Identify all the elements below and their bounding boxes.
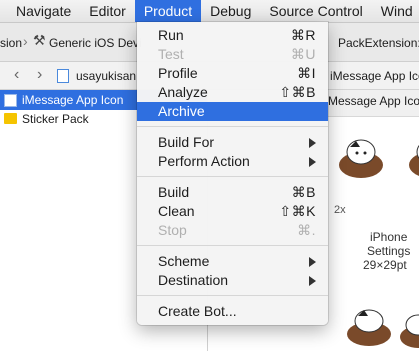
sticker-image[interactable] xyxy=(336,135,386,179)
menu-debug[interactable]: Debug xyxy=(201,0,260,22)
menu-item-label: Build For xyxy=(158,134,215,150)
menu-item-clean[interactable]: Clean ⇧⌘K xyxy=(137,202,328,221)
breadcrumb-project[interactable]: usayukisan xyxy=(76,69,136,83)
shortcut-label: ⌘. xyxy=(297,222,316,238)
submenu-arrow-icon xyxy=(309,276,316,286)
list-item-label: iMessage App Icon xyxy=(22,93,124,107)
shortcut-label: ⌘R xyxy=(290,27,316,43)
menu-separator xyxy=(137,176,328,177)
menu-item-label: Destination xyxy=(158,272,229,288)
menu-item-label: Clean xyxy=(158,203,195,219)
slot-label-line3: 29×29pt xyxy=(363,258,407,272)
menu-product[interactable]: Product xyxy=(134,0,202,22)
hammer-icon: ⚒ xyxy=(33,32,46,48)
menu-editor[interactable]: Editor xyxy=(80,0,135,22)
slot-label-line2: Settings xyxy=(367,244,411,258)
submenu-arrow-icon xyxy=(309,138,316,148)
project-file-icon xyxy=(57,69,69,83)
menu-item-label: Create Bot... xyxy=(158,303,237,319)
slot-label-line1: iPhone xyxy=(370,230,408,244)
menu-item-profile[interactable]: Profile ⌘I xyxy=(137,64,328,83)
menu-item-label: Analyze xyxy=(158,84,208,100)
back-arrow-icon[interactable]: ‹ xyxy=(14,66,19,84)
menu-separator xyxy=(137,245,328,246)
forward-arrow-icon[interactable]: › xyxy=(37,66,42,84)
menu-item-label: Test xyxy=(158,46,184,62)
menu-separator xyxy=(137,295,328,296)
menu-item-stop[interactable]: Stop ⌘. xyxy=(137,221,328,240)
menu-separator xyxy=(137,126,328,127)
menu-source-control[interactable]: Source Control xyxy=(260,0,371,22)
shortcut-label: ⇧⌘K xyxy=(279,203,316,219)
chevron-right-icon: › xyxy=(23,33,28,49)
sticker-image[interactable] xyxy=(344,302,394,346)
editor-title: Message App Icon xyxy=(328,94,419,108)
menu-item-label: Run xyxy=(158,27,184,43)
menu-item-archive[interactable]: Archive xyxy=(137,102,328,121)
menu-window[interactable]: Wind xyxy=(372,0,419,22)
menu-navigate[interactable]: Navigate xyxy=(0,0,80,22)
shortcut-label: ⌘U xyxy=(290,46,316,62)
menu-item-label: Stop xyxy=(158,222,187,238)
status-fragment: PackExtension: Si xyxy=(338,36,419,50)
menu-item-create-bot[interactable]: Create Bot... xyxy=(137,302,328,321)
destination-selector[interactable]: Generic iOS Devi xyxy=(49,36,142,50)
shortcut-label: ⇧⌘B xyxy=(279,84,316,100)
folder-icon xyxy=(4,113,17,124)
menu-item-label: Build xyxy=(158,184,190,200)
product-menu: Run ⌘R Test ⌘U Profile ⌘I Analyze ⇧⌘B Ar… xyxy=(137,22,328,325)
scale-label: 2x xyxy=(334,204,346,216)
menu-item-scheme[interactable]: Scheme xyxy=(137,252,328,271)
shortcut-label: ⌘B xyxy=(291,184,316,200)
sticker-image[interactable] xyxy=(398,307,419,351)
list-item-label: Sticker Pack xyxy=(22,112,89,126)
menu-item-run[interactable]: Run ⌘R xyxy=(137,26,328,45)
menu-item-build-for[interactable]: Build For xyxy=(137,133,328,152)
menu-item-label: Perform Action xyxy=(158,153,250,169)
shortcut-label: ⌘I xyxy=(297,65,316,81)
menu-item-destination[interactable]: Destination xyxy=(137,271,328,290)
breadcrumb-asset[interactable]: iMessage App Icon xyxy=(330,69,419,83)
menu-item-label: Profile xyxy=(158,65,198,81)
menu-bar: Navigate Editor Product Debug Source Con… xyxy=(0,0,419,23)
app-icon-icon xyxy=(4,94,17,107)
menu-item-label: Archive xyxy=(158,103,205,119)
menu-item-perform-action[interactable]: Perform Action xyxy=(137,152,328,171)
submenu-arrow-icon xyxy=(309,157,316,167)
submenu-arrow-icon xyxy=(309,257,316,267)
sticker-image[interactable] xyxy=(403,135,419,179)
menu-item-test[interactable]: Test ⌘U xyxy=(137,45,328,64)
menu-item-analyze[interactable]: Analyze ⇧⌘B xyxy=(137,83,328,102)
menu-item-build[interactable]: Build ⌘B xyxy=(137,183,328,202)
scheme-fragment[interactable]: sion xyxy=(0,36,22,50)
menu-item-label: Scheme xyxy=(158,253,210,269)
